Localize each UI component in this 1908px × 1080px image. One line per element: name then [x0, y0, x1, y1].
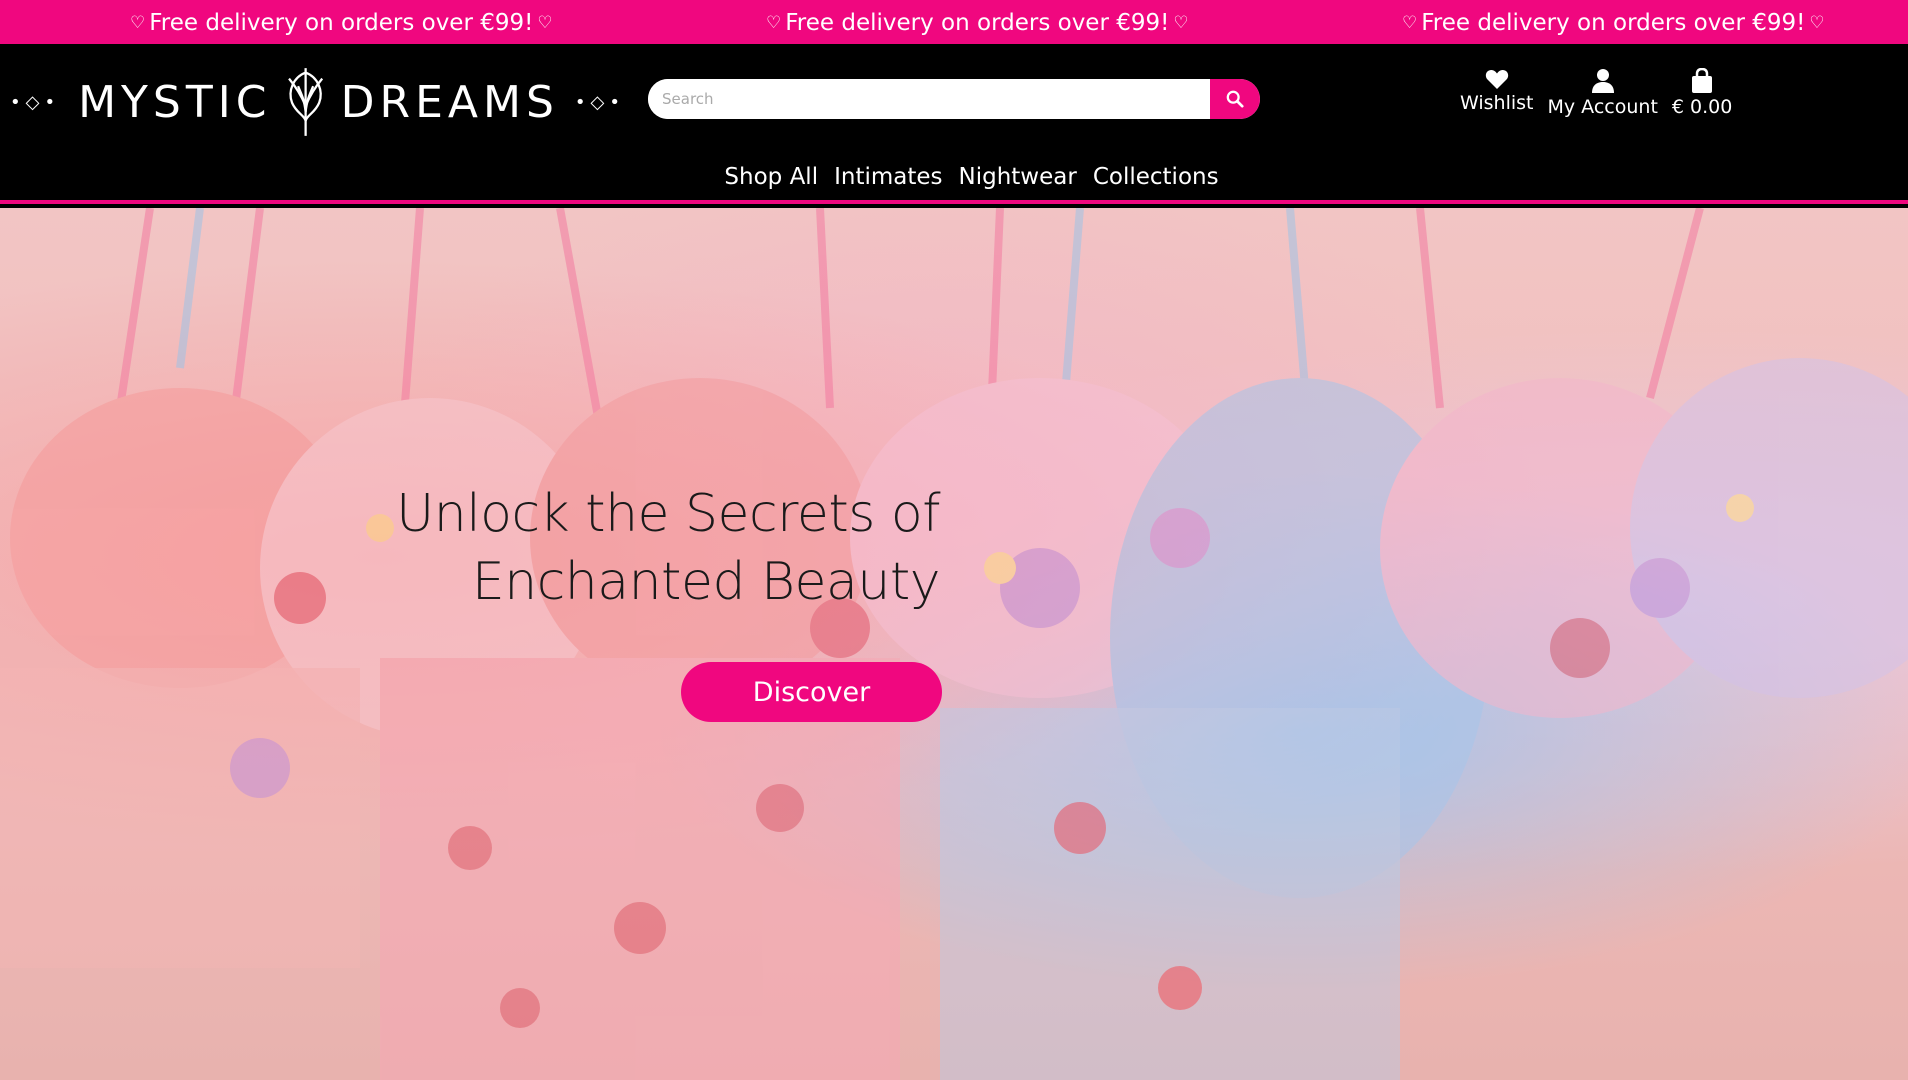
heart-icon	[1485, 69, 1508, 89]
heart-outline-icon: ♡	[766, 12, 782, 33]
heart-outline-icon: ♡	[1173, 12, 1189, 33]
main-nav: Shop All Intimates Nightwear Collections	[0, 164, 1908, 190]
announcement-message: ♡ Free delivery on orders over €99! ♡	[766, 10, 1189, 36]
hero-banner: Unlock the Secrets of Enchanted Beauty D…	[0, 208, 1908, 1080]
my-account-label: My Account	[1547, 96, 1658, 118]
search-bar	[648, 79, 1260, 119]
announcement-text: Free delivery on orders over €99!	[149, 10, 534, 36]
nav-item-shop-all[interactable]: Shop All	[724, 164, 818, 190]
announcement-text: Free delivery on orders over €99!	[785, 10, 1170, 36]
site-logo[interactable]: •◇• MYSTIC DREAMS •◇•	[10, 52, 625, 152]
wishlist-label: Wishlist	[1460, 92, 1534, 114]
my-account-link[interactable]: My Account	[1548, 68, 1658, 118]
discover-button[interactable]: Discover	[681, 662, 942, 722]
nav-item-collections[interactable]: Collections	[1093, 164, 1219, 190]
logo-ornament-left: •◇•	[10, 91, 61, 113]
cart-link[interactable]: € 0.00	[1672, 68, 1732, 118]
nav-item-nightwear[interactable]: Nightwear	[959, 164, 1077, 190]
shopping-bag-icon	[1692, 68, 1713, 93]
heart-outline-icon: ♡	[1402, 12, 1418, 33]
search-input[interactable]	[648, 79, 1210, 119]
logo-ornament-right: •◇•	[574, 91, 625, 113]
heart-outline-icon: ♡	[537, 12, 553, 33]
heart-outline-icon: ♡	[1809, 12, 1825, 33]
announcement-bar: ♡ Free delivery on orders over €99! ♡ ♡ …	[0, 0, 1908, 44]
user-icon	[1591, 69, 1614, 93]
hero-title: Unlock the Secrets of Enchanted Beauty	[360, 480, 940, 616]
search-button[interactable]	[1210, 79, 1260, 119]
hero-lingerie-image	[0, 208, 1908, 1080]
cart-total: € 0.00	[1671, 96, 1733, 118]
logo-text-left: MYSTIC	[78, 76, 272, 128]
wishlist-link[interactable]: Wishlist	[1460, 68, 1534, 118]
heart-outline-icon: ♡	[130, 12, 146, 33]
site-header: •◇• MYSTIC DREAMS •◇• Search Wishlist My…	[0, 44, 1908, 204]
hero-title-line: Enchanted Beauty	[471, 552, 941, 612]
nav-item-intimates[interactable]: Intimates	[834, 164, 942, 190]
leaf-emblem-icon	[288, 68, 324, 136]
announcement-message: ♡ Free delivery on orders over €99! ♡	[1402, 10, 1825, 36]
announcement-text: Free delivery on orders over €99!	[1421, 10, 1806, 36]
hero-title-line: Unlock the Secrets of	[396, 484, 940, 544]
logo-text-right: DREAMS	[340, 76, 559, 128]
account-links: Wishlist My Account € 0.00	[1460, 68, 1732, 118]
announcement-message: ♡ Free delivery on orders over €99! ♡	[130, 10, 553, 36]
search-icon	[1226, 90, 1244, 108]
